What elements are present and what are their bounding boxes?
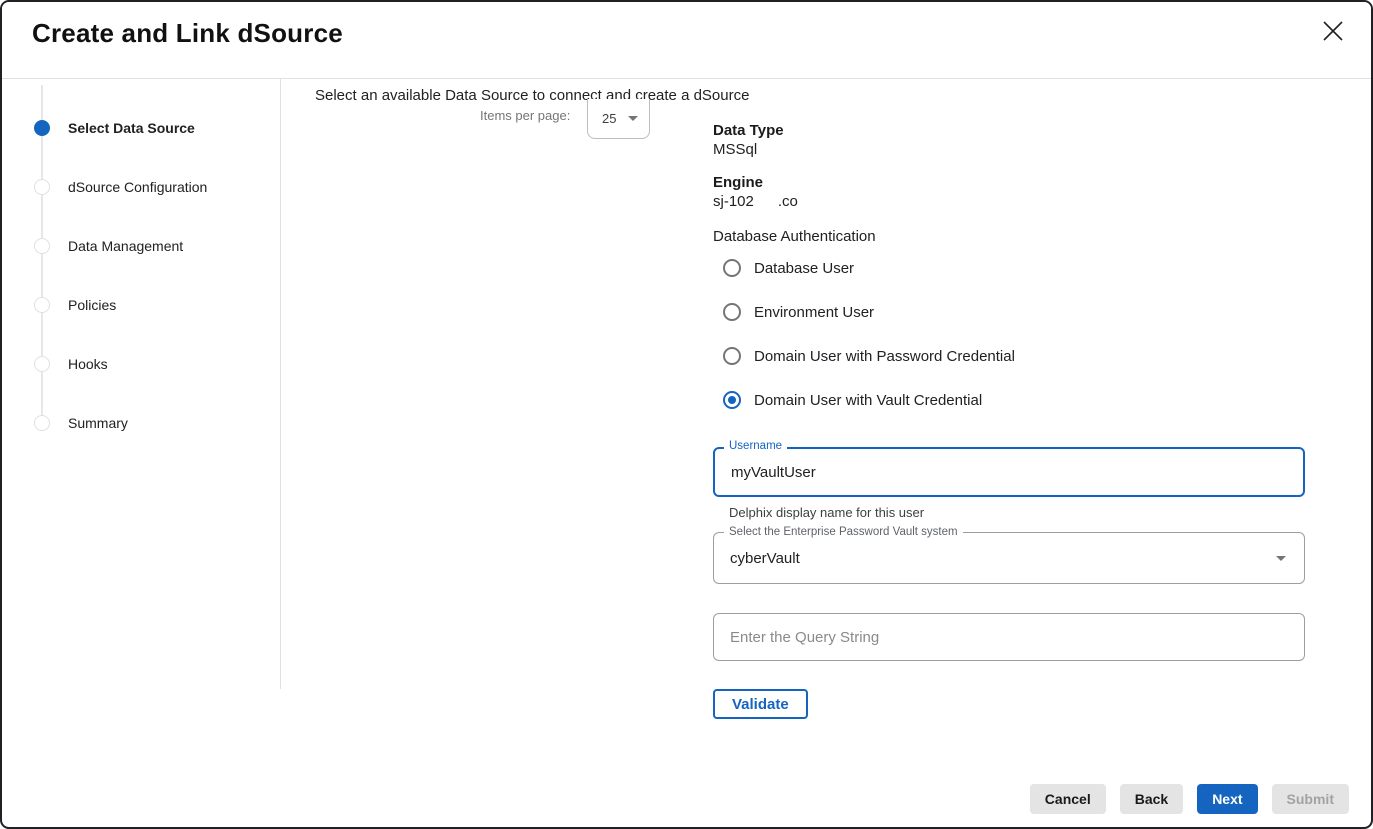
submit-button[interactable]: Submit [1272,784,1349,814]
step-dot [34,179,50,195]
close-icon [1322,20,1344,45]
step-label: dSource Configuration [68,179,207,195]
radio-selected-icon [723,391,741,409]
items-per-page-select[interactable]: 25 [587,99,650,139]
step-label: Select Data Source [68,120,195,136]
radio-label: Database User [754,260,854,277]
radio-icon [723,303,741,321]
engine-value: sj-102.co [713,193,798,210]
step-hooks[interactable]: Hooks [34,356,108,372]
dropdown-caret-icon [628,116,638,121]
step-dot [34,238,50,254]
step-dot [34,356,50,372]
vault-system-select[interactable]: cyberVault [713,532,1305,584]
query-string-field [713,613,1305,661]
radio-label: Domain User with Vault Credential [754,392,982,409]
radio-icon [723,347,741,365]
vault-system-label: Select the Enterprise Password Vault sys… [724,526,963,538]
close-button[interactable] [1319,18,1347,46]
step-dsource-configuration[interactable]: dSource Configuration [34,179,207,195]
items-per-page-value: 25 [602,111,616,126]
dialog-header: Create and Link dSource [2,2,1371,79]
radio-database-user[interactable]: Database User [723,257,854,279]
username-helper-text: Delphix display name for this user [729,505,924,520]
instruction-text: Select an available Data Source to conne… [315,87,749,104]
radio-label: Environment User [754,304,874,321]
cancel-button[interactable]: Cancel [1030,784,1106,814]
radio-domain-user-vault[interactable]: Domain User with Vault Credential [723,389,982,411]
back-button[interactable]: Back [1120,784,1183,814]
radio-environment-user[interactable]: Environment User [723,301,874,323]
username-field-label: Username [724,440,787,452]
data-type-label: Data Type [713,122,784,139]
validate-button[interactable]: Validate [713,689,808,719]
username-input[interactable] [715,464,1303,481]
username-field [713,447,1305,497]
sidebar-divider [280,78,281,689]
radio-label: Domain User with Password Credential [754,348,1015,365]
step-label: Policies [68,297,116,313]
data-type-value: MSSql [713,141,757,158]
step-dot [34,297,50,313]
footer-actions: Cancel Back Next Submit [1030,784,1349,814]
step-data-management[interactable]: Data Management [34,238,183,254]
dialog-title: Create and Link dSource [32,18,343,49]
radio-domain-user-password[interactable]: Domain User with Password Credential [723,345,1015,367]
create-link-dsource-dialog: Create and Link dSource Select Data Sour… [0,0,1373,829]
step-policies[interactable]: Policies [34,297,116,313]
step-label: Hooks [68,356,108,372]
step-dot [34,415,50,431]
engine-label: Engine [713,174,763,191]
step-select-data-source[interactable]: Select Data Source [34,120,195,136]
vault-system-value: cyberVault [730,550,1276,567]
step-label: Summary [68,415,128,431]
database-authentication-label: Database Authentication [713,228,876,245]
step-dot-active [34,120,50,136]
next-button[interactable]: Next [1197,784,1257,814]
step-label: Data Management [68,238,183,254]
step-summary[interactable]: Summary [34,415,128,431]
select-caret-icon [1276,556,1286,561]
query-string-input[interactable] [714,629,1304,646]
radio-icon [723,259,741,277]
items-per-page-label: Items per page: [480,108,570,123]
